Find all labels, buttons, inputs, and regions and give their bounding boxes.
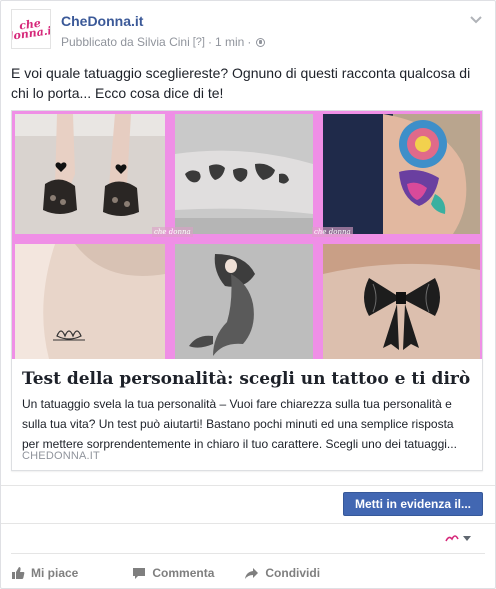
image-watermark-2: che donna [312, 227, 353, 237]
like-label: Mi piace [31, 566, 79, 580]
tattoo-image-mermaid [175, 244, 313, 359]
actor-selector[interactable] [445, 531, 471, 547]
share-label: Condividi [265, 566, 321, 580]
meta-separator-2: · [247, 35, 252, 49]
tattoo-image-world-map [175, 114, 313, 234]
chevron-down-icon [463, 536, 471, 541]
post-text: E voi quale tatuaggio scegliereste? Ognu… [11, 65, 471, 101]
share-button[interactable]: Condividi [244, 566, 320, 580]
avatar-logo-text: che donna.it [11, 16, 51, 44]
image-watermark-1: che donna [152, 227, 193, 237]
post-meta: Pubblicato da Silvia Cini [?] · 1 min · [61, 35, 266, 49]
post-time[interactable]: 1 min [215, 35, 244, 49]
chevron-down-icon[interactable] [469, 15, 483, 25]
help-marker[interactable]: [?] [193, 36, 205, 48]
published-by-text: Pubblicato da Silvia Cini [61, 35, 190, 49]
actor-avatar-icon [445, 534, 459, 544]
meta-separator: · [207, 35, 212, 49]
tattoo-image-heart-feet [15, 114, 165, 234]
link-preview[interactable]: che donna che donna Test della personali… [11, 110, 483, 471]
divider-3 [11, 553, 485, 554]
like-button[interactable]: Mi piace [11, 566, 78, 580]
tattoo-image-lotus-hip [15, 244, 165, 359]
thumbs-up-icon [12, 567, 25, 579]
share-arrow-icon [245, 567, 259, 579]
divider [1, 485, 495, 486]
link-preview-description: Un tatuaggio svela la tua personalità – … [22, 397, 457, 451]
tattoo-image-mandala-shoulder [323, 114, 480, 234]
comment-label: Commenta [152, 566, 215, 580]
page-avatar[interactable]: che donna.it [11, 9, 51, 49]
link-preview-title[interactable]: Test della personalità: scegli un tattoo… [22, 369, 472, 389]
globe-icon [256, 37, 266, 47]
page-name-link[interactable]: CheDonna.it [61, 13, 143, 29]
post-header: che donna.it CheDonna.it Pubblicato da S… [11, 9, 485, 51]
boost-post-button[interactable]: Metti in evidenza il... [343, 492, 483, 516]
post-card: che donna.it CheDonna.it Pubblicato da S… [0, 0, 496, 589]
divider-2 [1, 523, 495, 524]
link-preview-domain: CHEDONNA.IT [22, 450, 100, 462]
tattoo-image-bow-back [323, 244, 480, 359]
comment-button[interactable]: Commenta [132, 566, 214, 580]
link-preview-image[interactable]: che donna che donna [12, 111, 482, 359]
comment-icon [133, 567, 146, 579]
action-bar: Mi piace Commenta Condividi [11, 563, 485, 583]
